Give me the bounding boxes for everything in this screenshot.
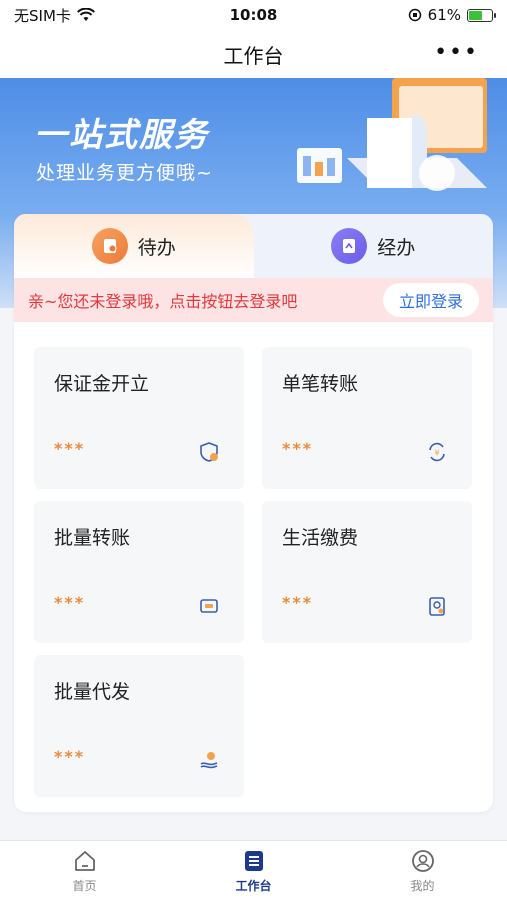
workbench-icon xyxy=(244,850,263,871)
tile-title: 批量代发 xyxy=(54,681,131,703)
wifi-icon xyxy=(76,8,95,21)
banner-title: 一站式服务 xyxy=(34,115,209,154)
carrier-label: 无SIM卡 xyxy=(14,6,71,25)
tabbar-workbench[interactable]: 工作台 xyxy=(169,841,338,900)
status-right: 61% xyxy=(408,6,496,24)
orientation-lock-icon xyxy=(408,8,421,22)
tile-title: 单笔转账 xyxy=(282,373,359,395)
tile-count: *** xyxy=(282,439,314,458)
tile-batch-transfer[interactable]: 批量转账 *** xyxy=(34,501,244,643)
service-grid: 保证金开立 *** 单笔转账 *** ¥ 批量转账 *** 生活缴费 *** 批… xyxy=(34,347,474,797)
tile-count: *** xyxy=(54,593,86,612)
todo-icon xyxy=(91,228,128,264)
tile-title: 生活缴费 xyxy=(282,527,359,549)
tabbar-profile-label: 我的 xyxy=(410,878,435,893)
workbench-card: 待办 经办 亲~您还未登录哦，点击按钮去登录吧 立即登录 保证金开立 *** 单… xyxy=(14,214,493,812)
tabbar-workbench-label: 工作台 xyxy=(235,878,272,893)
tab-todo[interactable]: 待办 xyxy=(14,214,254,278)
tile-count: *** xyxy=(282,593,314,612)
tabbar-home[interactable]: 首页 xyxy=(0,841,169,900)
tabbar-profile[interactable]: 我的 xyxy=(338,841,507,900)
battery-percent: 61% xyxy=(427,6,461,24)
tile-bill-payment[interactable]: 生活缴费 *** xyxy=(262,501,472,643)
deposit-icon xyxy=(200,442,218,462)
home-icon xyxy=(74,850,95,871)
nav-bar: 工作台 ••• xyxy=(0,30,507,78)
login-button[interactable]: 立即登录 xyxy=(382,283,479,317)
tab-handled-label: 经办 xyxy=(377,236,416,259)
tile-title: 批量转账 xyxy=(54,527,131,549)
page-title: 工作台 xyxy=(223,43,284,68)
tile-batch-payout[interactable]: 批量代发 *** xyxy=(34,655,244,797)
handled-icon xyxy=(331,228,368,264)
tile-count: *** xyxy=(54,747,86,766)
profile-icon xyxy=(411,849,434,872)
tile-count: *** xyxy=(54,439,86,458)
tab-handled[interactable]: 经办 xyxy=(254,214,494,278)
task-tabs: 待办 经办 xyxy=(14,214,493,278)
tile-title: 保证金开立 xyxy=(54,373,150,395)
batch-payout-icon xyxy=(200,752,218,769)
batch-transfer-icon xyxy=(200,599,218,613)
bottom-tabbar: 首页 工作台 我的 xyxy=(0,840,507,900)
bill-payment-icon xyxy=(429,597,445,616)
tile-single-transfer[interactable]: 单笔转账 *** ¥ xyxy=(262,347,472,489)
transfer-icon: ¥ xyxy=(429,442,445,462)
login-prompt-text: 亲~您还未登录哦，点击按钮去登录吧 xyxy=(28,292,298,311)
tile-deposit[interactable]: 保证金开立 *** xyxy=(34,347,244,489)
tab-todo-label: 待办 xyxy=(137,236,176,259)
banner-illustration xyxy=(297,78,487,191)
more-button[interactable]: ••• xyxy=(434,40,479,65)
status-left: 无SIM卡 xyxy=(14,5,95,26)
banner-subtitle: 处理业务更方便哦~ xyxy=(36,162,213,184)
tabbar-home-label: 首页 xyxy=(72,878,97,893)
login-prompt: 亲~您还未登录哦，点击按钮去登录吧 立即登录 xyxy=(14,278,493,322)
battery-icon xyxy=(467,8,496,22)
status-bar: 无SIM卡 10:08 61% xyxy=(0,0,507,30)
svg-text:¥: ¥ xyxy=(434,449,439,458)
